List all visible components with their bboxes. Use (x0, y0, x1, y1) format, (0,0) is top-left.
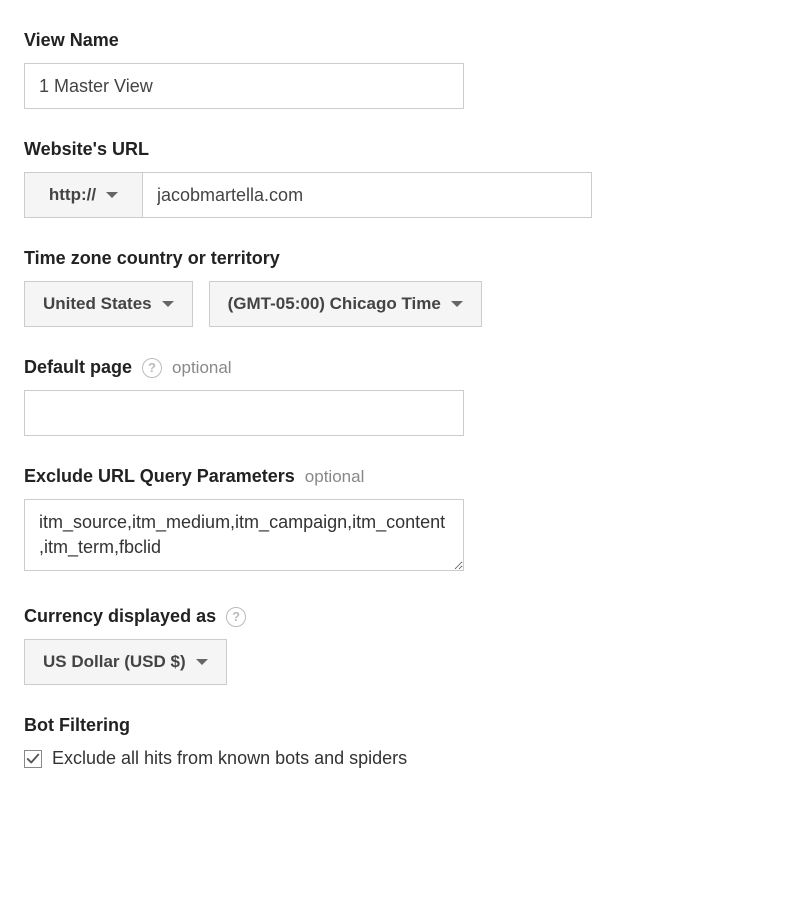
bot-filtering-label: Bot Filtering (24, 715, 775, 736)
timezone-value: (GMT-05:00) Chicago Time (228, 294, 441, 314)
caret-down-icon (451, 301, 463, 307)
help-icon[interactable]: ? (142, 358, 162, 378)
default-page-label: Default page (24, 357, 132, 378)
currency-dropdown[interactable]: US Dollar (USD $) (24, 639, 227, 685)
bot-filtering-checkbox[interactable] (24, 750, 42, 768)
bot-filtering-group: Bot Filtering Exclude all hits from know… (24, 715, 775, 769)
default-page-optional: optional (172, 358, 232, 378)
protocol-dropdown[interactable]: http:// (24, 172, 142, 218)
website-url-label: Website's URL (24, 139, 775, 160)
country-dropdown[interactable]: United States (24, 281, 193, 327)
view-name-label: View Name (24, 30, 775, 51)
view-name-group: View Name (24, 30, 775, 109)
website-url-row: http:// (24, 172, 775, 218)
exclude-params-optional: optional (305, 467, 365, 487)
view-name-input[interactable] (24, 63, 464, 109)
exclude-params-input[interactable]: itm_source,itm_medium,itm_campaign,itm_c… (24, 499, 464, 571)
timezone-group: Time zone country or territory United St… (24, 248, 775, 327)
checkmark-icon (26, 752, 40, 766)
bot-filtering-checkbox-label: Exclude all hits from known bots and spi… (52, 748, 407, 769)
default-page-input[interactable] (24, 390, 464, 436)
timezone-row: United States (GMT-05:00) Chicago Time (24, 281, 775, 327)
website-url-input[interactable] (142, 172, 592, 218)
help-icon[interactable]: ? (226, 607, 246, 627)
caret-down-icon (196, 659, 208, 665)
protocol-value: http:// (49, 185, 96, 205)
caret-down-icon (162, 301, 174, 307)
currency-group: Currency displayed as ? US Dollar (USD $… (24, 606, 775, 685)
timezone-label: Time zone country or territory (24, 248, 775, 269)
currency-label-row: Currency displayed as ? (24, 606, 775, 627)
exclude-params-label: Exclude URL Query Parameters (24, 466, 295, 487)
caret-down-icon (106, 192, 118, 198)
exclude-params-group: Exclude URL Query Parameters optional it… (24, 466, 775, 576)
country-value: United States (43, 294, 152, 314)
currency-label: Currency displayed as (24, 606, 216, 627)
exclude-params-label-row: Exclude URL Query Parameters optional (24, 466, 775, 487)
default-page-group: Default page ? optional (24, 357, 775, 436)
website-url-group: Website's URL http:// (24, 139, 775, 218)
bot-filtering-row: Exclude all hits from known bots and spi… (24, 748, 775, 769)
timezone-dropdown[interactable]: (GMT-05:00) Chicago Time (209, 281, 482, 327)
default-page-label-row: Default page ? optional (24, 357, 775, 378)
currency-value: US Dollar (USD $) (43, 652, 186, 672)
